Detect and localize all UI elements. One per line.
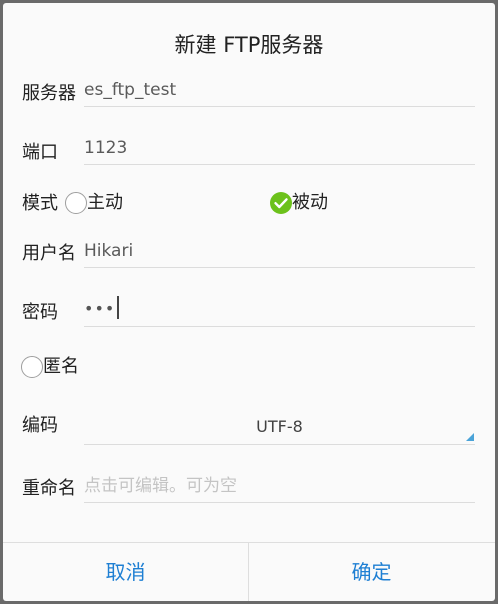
ok-button[interactable]: 确定: [249, 543, 494, 601]
mode-active-radio[interactable]: 主动: [65, 191, 123, 215]
radio-unchecked-icon: [65, 192, 87, 214]
new-ftp-server-dialog: 新建 FTP服务器 服务器 端口 模式 主动 被动 用户名 密码 ••• 匿名 …: [3, 3, 495, 601]
radio-unchecked-icon: [21, 356, 43, 378]
username-label: 用户名: [22, 243, 76, 264]
port-label: 端口: [22, 142, 58, 163]
rename-input[interactable]: [84, 471, 475, 501]
dialog-title: 新建 FTP服务器: [174, 33, 324, 57]
rename-field[interactable]: [84, 471, 475, 503]
username-input[interactable]: [84, 236, 475, 266]
radio-checked-icon: [270, 192, 292, 214]
mode-passive-radio[interactable]: 被动: [270, 191, 328, 215]
server-input[interactable]: [84, 75, 475, 105]
rename-label: 重命名: [22, 478, 76, 499]
password-masked-value: •••: [84, 299, 116, 318]
anonymous-radio[interactable]: 匿名: [21, 355, 79, 379]
mode-active-label: 主动: [87, 192, 123, 213]
mode-passive-label: 被动: [292, 192, 328, 213]
dropdown-triangle-icon: [466, 433, 474, 441]
password-field[interactable]: •••: [84, 295, 475, 327]
encoding-value: UTF-8: [256, 417, 303, 436]
encoding-label: 编码: [22, 415, 58, 436]
dialog-footer: 取消 确定: [3, 542, 495, 601]
port-field[interactable]: [84, 133, 475, 165]
text-cursor: [117, 296, 119, 319]
username-field[interactable]: [84, 236, 475, 268]
server-label: 服务器: [22, 83, 76, 104]
anonymous-label: 匿名: [43, 356, 79, 377]
password-label: 密码: [22, 302, 58, 323]
port-input[interactable]: [84, 133, 475, 163]
cancel-button[interactable]: 取消: [3, 543, 248, 601]
server-field[interactable]: [84, 75, 475, 107]
mode-label: 模式: [22, 193, 58, 214]
encoding-select[interactable]: UTF-8: [84, 411, 475, 445]
